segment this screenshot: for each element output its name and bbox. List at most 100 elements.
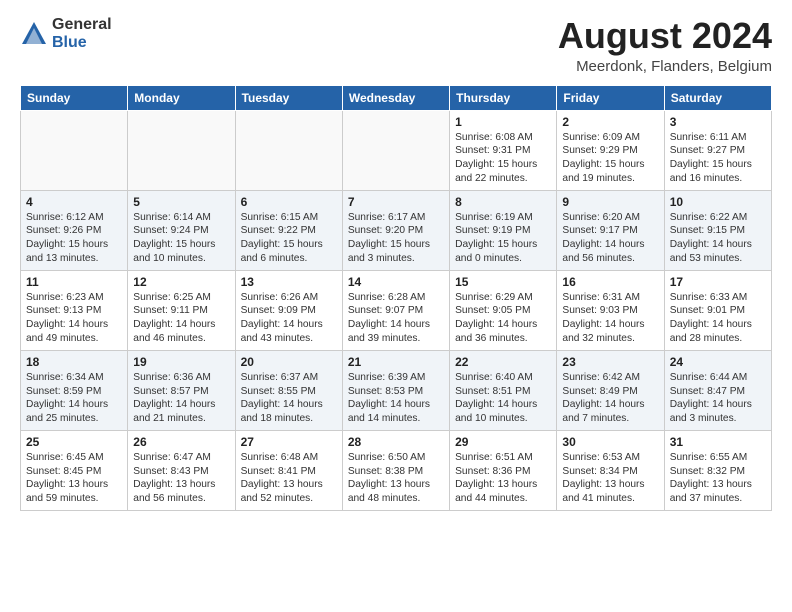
table-row: 18 Sunrise: 6:34 AMSunset: 8:59 PMDayligh… — [21, 350, 128, 430]
day-info: Sunrise: 6:17 AMSunset: 9:20 PMDaylight:… — [348, 211, 444, 266]
day-number: 2 — [562, 115, 658, 129]
day-number: 27 — [241, 435, 337, 449]
day-number: 29 — [455, 435, 551, 449]
day-info: Sunrise: 6:19 AMSunset: 9:19 PMDaylight:… — [455, 211, 551, 266]
day-number: 10 — [670, 195, 766, 209]
col-wednesday: Wednesday — [342, 85, 449, 110]
day-number: 22 — [455, 355, 551, 369]
day-info: Sunrise: 6:40 AMSunset: 8:51 PMDaylight:… — [455, 371, 551, 426]
day-info: Sunrise: 6:42 AMSunset: 8:49 PMDaylight:… — [562, 371, 658, 426]
table-row: 28 Sunrise: 6:50 AMSunset: 8:38 PMDayligh… — [342, 430, 449, 510]
day-number: 9 — [562, 195, 658, 209]
day-info: Sunrise: 6:15 AMSunset: 9:22 PMDaylight:… — [241, 211, 337, 266]
table-row — [21, 110, 128, 190]
table-row: 6Sunrise: 6:15 AMSunset: 9:22 PMDaylight… — [235, 190, 342, 270]
col-friday: Friday — [557, 85, 664, 110]
day-number: 25 — [26, 435, 122, 449]
day-number: 23 — [562, 355, 658, 369]
calendar-week-row: 25 Sunrise: 6:45 AMSunset: 8:45 PMDayligh… — [21, 430, 772, 510]
day-info: Sunrise: 6:26 AMSunset: 9:09 PMDaylight:… — [241, 291, 337, 346]
table-row — [342, 110, 449, 190]
table-row: 11 Sunrise: 6:23 AMSunset: 9:13 PMDayligh… — [21, 270, 128, 350]
table-row: 10 Sunrise: 6:22 AMSunset: 9:15 PMDayligh… — [664, 190, 771, 270]
table-row: 4Sunrise: 6:12 AMSunset: 9:26 PMDaylight… — [21, 190, 128, 270]
day-number: 8 — [455, 195, 551, 209]
col-thursday: Thursday — [450, 85, 557, 110]
day-number: 14 — [348, 275, 444, 289]
day-info: Sunrise: 6:37 AMSunset: 8:55 PMDaylight:… — [241, 371, 337, 426]
table-row: 1Sunrise: 6:08 AMSunset: 9:31 PMDaylight… — [450, 110, 557, 190]
title-block: August 2024 Meerdonk, Flanders, Belgium — [558, 16, 772, 75]
day-number: 24 — [670, 355, 766, 369]
table-row: 13 Sunrise: 6:26 AMSunset: 9:09 PMDayligh… — [235, 270, 342, 350]
day-info: Sunrise: 6:31 AMSunset: 9:03 PMDaylight:… — [562, 291, 658, 346]
day-info: Sunrise: 6:53 AMSunset: 8:34 PMDaylight:… — [562, 451, 658, 506]
header: General Blue August 2024 Meerdonk, Fland… — [20, 16, 772, 75]
day-number: 5 — [133, 195, 229, 209]
day-number: 28 — [348, 435, 444, 449]
day-info: Sunrise: 6:09 AMSunset: 9:29 PMDaylight:… — [562, 131, 658, 186]
day-number: 7 — [348, 195, 444, 209]
day-number: 19 — [133, 355, 229, 369]
logo-icon — [20, 20, 48, 48]
col-tuesday: Tuesday — [235, 85, 342, 110]
table-row — [128, 110, 235, 190]
day-number: 3 — [670, 115, 766, 129]
day-number: 11 — [26, 275, 122, 289]
day-number: 20 — [241, 355, 337, 369]
table-row: 9 Sunrise: 6:20 AMSunset: 9:17 PMDaylight… — [557, 190, 664, 270]
day-info: Sunrise: 6:34 AMSunset: 8:59 PMDaylight:… — [26, 371, 122, 426]
table-row — [235, 110, 342, 190]
day-info: Sunrise: 6:51 AMSunset: 8:36 PMDaylight:… — [455, 451, 551, 506]
day-info: Sunrise: 6:45 AMSunset: 8:45 PMDaylight:… — [26, 451, 122, 506]
day-info: Sunrise: 6:36 AMSunset: 8:57 PMDaylight:… — [133, 371, 229, 426]
calendar-week-row: 4Sunrise: 6:12 AMSunset: 9:26 PMDaylight… — [21, 190, 772, 270]
table-row: 21Sunrise: 6:39 AMSunset: 8:53 PMDayligh… — [342, 350, 449, 430]
day-info: Sunrise: 6:47 AMSunset: 8:43 PMDaylight:… — [133, 451, 229, 506]
calendar-week-row: 18 Sunrise: 6:34 AMSunset: 8:59 PMDayligh… — [21, 350, 772, 430]
col-monday: Monday — [128, 85, 235, 110]
table-row: 8 Sunrise: 6:19 AMSunset: 9:19 PMDaylight… — [450, 190, 557, 270]
day-info: Sunrise: 6:25 AMSunset: 9:11 PMDaylight:… — [133, 291, 229, 346]
table-row: 5 Sunrise: 6:14 AMSunset: 9:24 PMDaylight… — [128, 190, 235, 270]
day-number: 15 — [455, 275, 551, 289]
day-info: Sunrise: 6:23 AMSunset: 9:13 PMDaylight:… — [26, 291, 122, 346]
day-info: Sunrise: 6:22 AMSunset: 9:15 PMDaylight:… — [670, 211, 766, 266]
day-info: Sunrise: 6:39 AMSunset: 8:53 PMDaylight:… — [348, 371, 444, 426]
calendar-week-row: 11 Sunrise: 6:23 AMSunset: 9:13 PMDayligh… — [21, 270, 772, 350]
table-row: 26 Sunrise: 6:47 AMSunset: 8:43 PMDayligh… — [128, 430, 235, 510]
day-info: Sunrise: 6:28 AMSunset: 9:07 PMDaylight:… — [348, 291, 444, 346]
table-row: 3 Sunrise: 6:11 AMSunset: 9:27 PMDaylight… — [664, 110, 771, 190]
table-row: 12 Sunrise: 6:25 AMSunset: 9:11 PMDayligh… — [128, 270, 235, 350]
calendar-table: Sunday Monday Tuesday Wednesday Thursday… — [20, 85, 772, 511]
day-number: 16 — [562, 275, 658, 289]
day-info: Sunrise: 6:14 AMSunset: 9:24 PMDaylight:… — [133, 211, 229, 266]
table-row: 31Sunrise: 6:55 AMSunset: 8:32 PMDayligh… — [664, 430, 771, 510]
page: General Blue August 2024 Meerdonk, Fland… — [0, 0, 792, 523]
day-number: 1 — [455, 115, 551, 129]
calendar-header-row: Sunday Monday Tuesday Wednesday Thursday… — [21, 85, 772, 110]
table-row: 29 Sunrise: 6:51 AMSunset: 8:36 PMDayligh… — [450, 430, 557, 510]
day-number: 13 — [241, 275, 337, 289]
month-title: August 2024 — [558, 16, 772, 56]
table-row: 25 Sunrise: 6:45 AMSunset: 8:45 PMDayligh… — [21, 430, 128, 510]
day-number: 18 — [26, 355, 122, 369]
col-saturday: Saturday — [664, 85, 771, 110]
table-row: 20 Sunrise: 6:37 AMSunset: 8:55 PMDayligh… — [235, 350, 342, 430]
table-row: 23 Sunrise: 6:42 AMSunset: 8:49 PMDayligh… — [557, 350, 664, 430]
day-number: 26 — [133, 435, 229, 449]
table-row: 14 Sunrise: 6:28 AMSunset: 9:07 PMDayligh… — [342, 270, 449, 350]
day-info: Sunrise: 6:50 AMSunset: 8:38 PMDaylight:… — [348, 451, 444, 506]
table-row: 27Sunrise: 6:48 AMSunset: 8:41 PMDayligh… — [235, 430, 342, 510]
day-info: Sunrise: 6:11 AMSunset: 9:27 PMDaylight:… — [670, 131, 766, 186]
logo-text: General Blue — [52, 16, 112, 51]
day-info: Sunrise: 6:44 AMSunset: 8:47 PMDaylight:… — [670, 371, 766, 426]
day-number: 4 — [26, 195, 122, 209]
logo-general: General — [52, 16, 112, 34]
table-row: 15 Sunrise: 6:29 AMSunset: 9:05 PMDayligh… — [450, 270, 557, 350]
day-info: Sunrise: 6:20 AMSunset: 9:17 PMDaylight:… — [562, 211, 658, 266]
day-number: 31 — [670, 435, 766, 449]
day-number: 12 — [133, 275, 229, 289]
day-number: 30 — [562, 435, 658, 449]
day-info: Sunrise: 6:29 AMSunset: 9:05 PMDaylight:… — [455, 291, 551, 346]
